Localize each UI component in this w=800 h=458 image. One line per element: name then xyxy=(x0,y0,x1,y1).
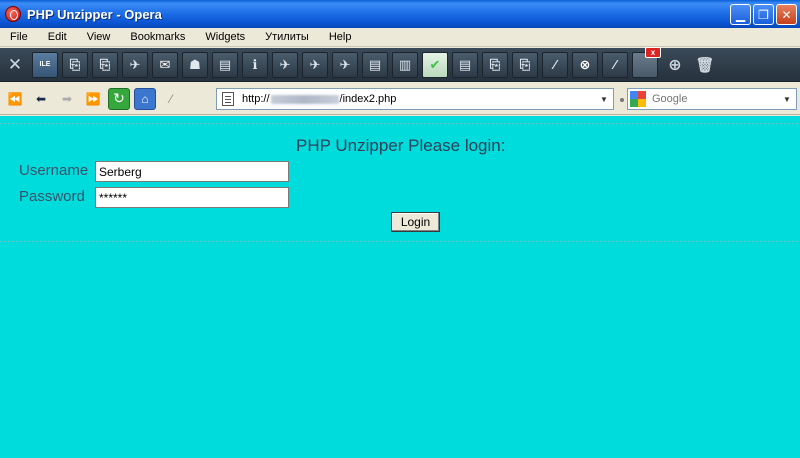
mail-icon[interactable]: ✉ xyxy=(152,51,178,78)
tools-icon[interactable]: ✕ xyxy=(2,52,28,78)
home-icon[interactable]: ⌂ xyxy=(134,87,156,110)
document-icon[interactable]: ▤ xyxy=(362,51,388,78)
wand-icon[interactable]: ⁄ xyxy=(160,88,182,110)
address-dropdown-icon[interactable]: ▼ xyxy=(596,90,612,108)
plane-icon[interactable]: ✈ xyxy=(332,51,358,78)
panel-toolbar: ✕ ILE ⎘ ⎘ ✈ ✉ ☗ ▤ ℹ ✈ ✈ ✈ ▤ ▥ ✔ ▤ ⎘ ⎘ ⁄ … xyxy=(0,46,800,82)
forward-icon[interactable]: ➡ xyxy=(56,88,78,110)
reload-icon[interactable]: ↻ xyxy=(108,87,130,110)
minimize-button[interactable]: ▁ xyxy=(730,4,751,25)
window-titlebar[interactable]: PHP Unzipper - Opera ▁ ❐ ✕ xyxy=(0,0,800,28)
page-icon xyxy=(222,92,234,106)
info-icon[interactable]: ℹ xyxy=(242,51,268,78)
checkmark-icon[interactable]: ✔ xyxy=(422,51,448,78)
maximize-button[interactable]: ❐ xyxy=(753,4,774,25)
navigation-bar: ⏪ ⬅ ➡ ⏩ ↻ ⌂ ⁄ http:// /index2.php ▼ ▼ xyxy=(0,83,800,115)
password-label: Password xyxy=(19,188,85,205)
close-button[interactable]: ✕ xyxy=(776,4,797,25)
plane-icon[interactable]: ✈ xyxy=(122,51,148,78)
address-text[interactable]: http:// /index2.php xyxy=(242,93,396,105)
globe-icon[interactable]: ⊗ xyxy=(572,51,598,78)
plane-icon[interactable]: ✈ xyxy=(272,51,298,78)
person-icon[interactable]: ☗ xyxy=(182,51,208,78)
username-label: Username xyxy=(19,162,89,179)
plane-icon[interactable]: ✈ xyxy=(302,51,328,78)
fast-forward-icon[interactable]: ⏩ xyxy=(82,88,104,110)
ile-icon[interactable]: ILE xyxy=(32,51,58,78)
search-field[interactable]: ▼ xyxy=(627,88,797,110)
top-divider xyxy=(0,123,800,124)
wand-icon[interactable]: ⁄ xyxy=(602,51,628,78)
menu-file[interactable]: File xyxy=(0,31,38,43)
menu-utilities[interactable]: Утилиты xyxy=(255,31,319,43)
close-tab-icon[interactable]: x xyxy=(645,46,661,58)
document-icon[interactable]: ▤ xyxy=(212,51,238,78)
page-title: PHP Unzipper Please login: xyxy=(296,136,506,155)
login-button[interactable]: Login xyxy=(391,212,440,232)
search-input[interactable] xyxy=(652,93,772,105)
menu-edit[interactable]: Edit xyxy=(38,31,77,43)
blurred-domain xyxy=(270,94,339,104)
bookmark-icon[interactable]: ⎘ xyxy=(92,51,118,78)
trash-icon[interactable]: 🗑 xyxy=(692,52,718,78)
username-field[interactable] xyxy=(95,161,289,182)
menu-help[interactable]: Help xyxy=(319,31,362,43)
search-dropdown-icon[interactable]: ▼ xyxy=(779,90,795,108)
plus-icon[interactable]: ⊕ xyxy=(662,52,688,78)
bookmark-icon[interactable]: ⎘ xyxy=(482,51,508,78)
bottom-divider xyxy=(0,241,800,242)
separator-dot xyxy=(620,98,624,102)
menu-bookmarks[interactable]: Bookmarks xyxy=(120,31,195,43)
page-content: PHP Unzipper Please login: Username Pass… xyxy=(0,116,800,458)
window-controls: ▁ ❐ ✕ xyxy=(730,4,797,25)
bookmark-icon[interactable]: ⎘ xyxy=(62,51,88,78)
menu-bar: File Edit View Bookmarks Widgets Утилиты… xyxy=(0,28,800,47)
menu-view[interactable]: View xyxy=(77,31,121,43)
back-icon[interactable]: ⬅ xyxy=(30,88,52,110)
document-icon[interactable]: ▤ xyxy=(452,51,478,78)
google-icon[interactable] xyxy=(630,91,646,107)
bookmark-icon[interactable]: ⎘ xyxy=(512,51,538,78)
address-prefix: http:// xyxy=(242,93,270,105)
opera-logo-icon xyxy=(5,6,21,22)
document-icon[interactable]: ▥ xyxy=(392,51,418,78)
rewind-icon[interactable]: ⏪ xyxy=(4,88,26,110)
wand-icon[interactable]: ⁄ xyxy=(542,51,568,78)
password-field[interactable] xyxy=(95,187,289,208)
address-suffix: /index2.php xyxy=(339,93,397,105)
active-tab-icon[interactable]: x xyxy=(632,46,661,78)
menu-widgets[interactable]: Widgets xyxy=(195,31,255,43)
address-field[interactable]: http:// /index2.php ▼ xyxy=(216,88,614,110)
window-title: PHP Unzipper - Opera xyxy=(27,6,162,22)
